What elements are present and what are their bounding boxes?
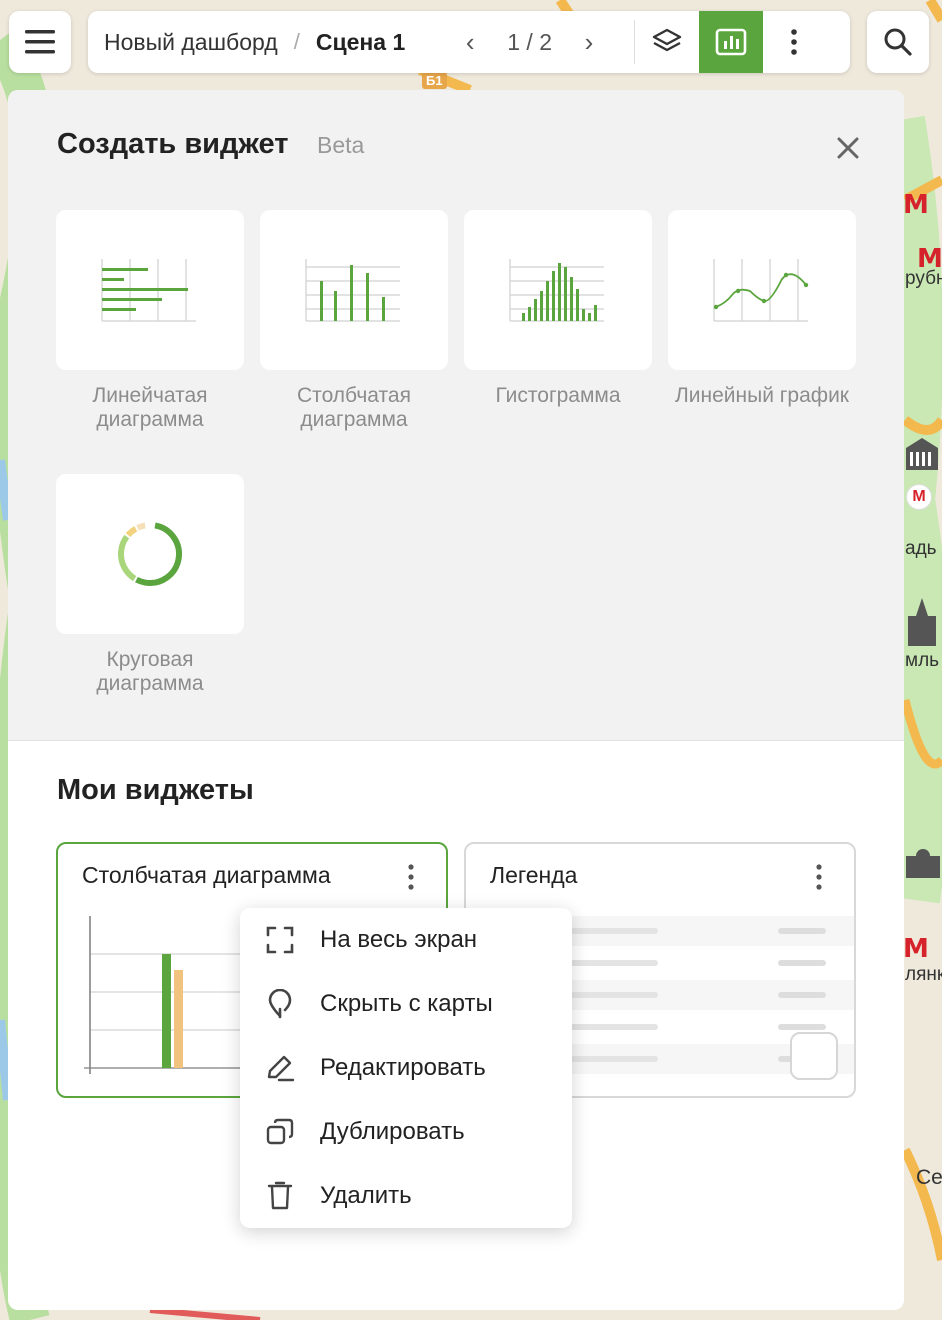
widget-type-column[interactable]: Столбчатая диаграмма bbox=[260, 210, 448, 432]
map-label: лянк bbox=[905, 964, 942, 985]
metro-icon: M bbox=[903, 190, 929, 220]
hamburger-icon bbox=[25, 30, 55, 54]
widget-type-label: Столбчатая диаграмма bbox=[297, 384, 411, 431]
duplicate-icon bbox=[266, 1118, 294, 1145]
menu-item-hide-on-map[interactable]: Скрыть с карты bbox=[240, 972, 572, 1036]
map-label: мль bbox=[905, 650, 940, 671]
map-label: Се bbox=[916, 1166, 942, 1189]
widget-type-pie[interactable]: Круговая диаграмма bbox=[56, 474, 244, 696]
menu-item-label: Скрыть с карты bbox=[320, 990, 493, 1017]
metro-icon: M bbox=[903, 934, 929, 964]
landmark-icon bbox=[908, 598, 936, 646]
menu-item-fullscreen[interactable]: На весь экран bbox=[240, 908, 572, 972]
widget-type-label: Линейный график bbox=[675, 384, 849, 407]
widget-type-card[interactable] bbox=[56, 474, 244, 634]
edit-icon bbox=[267, 1055, 295, 1082]
dashboard-toolbar: Новый дашборд / Сцена 1 ‹ 1 / 2 › bbox=[88, 11, 850, 73]
menu-item-edit[interactable]: Редактировать bbox=[240, 1036, 572, 1100]
menu-button[interactable] bbox=[9, 11, 71, 73]
more-vertical-icon bbox=[791, 29, 797, 55]
widget-type-card[interactable] bbox=[260, 210, 448, 370]
next-scene-button[interactable]: › bbox=[574, 27, 604, 58]
horizontal-bar-chart-icon bbox=[101, 259, 196, 322]
histogram-icon bbox=[509, 259, 604, 322]
create-widget-section: Создать виджет Beta Линейчатая диаграмма… bbox=[8, 90, 904, 741]
widget-type-line[interactable]: Линейный график bbox=[668, 210, 856, 408]
widget-card-title: Легенда bbox=[490, 862, 578, 888]
breadcrumb-separator: / bbox=[293, 29, 300, 54]
widget-type-label: Круговая диаграмма bbox=[96, 648, 204, 695]
menu-item-label: На весь экран bbox=[320, 926, 478, 953]
metro-icon: M bbox=[917, 244, 942, 274]
widget-context-menu: На весь экран Скрыть с карты Редактирова… bbox=[240, 908, 572, 1228]
scene-name[interactable]: Сцена 1 bbox=[316, 29, 405, 56]
dashboard-name-link[interactable]: Новый дашборд bbox=[104, 29, 278, 56]
widget-type-histogram[interactable]: Гистограмма bbox=[464, 210, 652, 408]
menu-item-delete[interactable]: Удалить bbox=[240, 1164, 572, 1228]
more-vertical-icon bbox=[816, 864, 822, 890]
menu-item-label: Дублировать bbox=[320, 1118, 465, 1145]
menu-item-label: Удалить bbox=[320, 1182, 412, 1209]
hide-on-map-icon bbox=[268, 989, 292, 1019]
widget-type-card[interactable] bbox=[464, 210, 652, 370]
close-button[interactable] bbox=[830, 130, 866, 166]
layers-button[interactable] bbox=[635, 11, 699, 73]
widget-type-label: Гистограмма bbox=[495, 384, 621, 407]
trash-icon bbox=[267, 1181, 293, 1210]
widget-options-button[interactable] bbox=[396, 862, 426, 892]
beta-badge: Beta bbox=[317, 132, 365, 158]
widget-type-card[interactable] bbox=[668, 210, 856, 370]
donut-chart-icon bbox=[118, 522, 182, 586]
page-indicator: 1 / 2 bbox=[507, 28, 552, 55]
search-button[interactable] bbox=[867, 11, 929, 73]
more-options-button[interactable] bbox=[763, 11, 825, 73]
road-number-label: Б1 bbox=[422, 72, 447, 89]
menu-item-duplicate[interactable]: Дублировать bbox=[240, 1100, 572, 1164]
column-chart-icon bbox=[305, 259, 400, 322]
map-label: адь bbox=[905, 538, 937, 559]
my-widgets-title: Мои виджеты bbox=[57, 774, 254, 806]
metro-icon: M bbox=[906, 484, 932, 510]
more-vertical-icon bbox=[408, 864, 414, 890]
landmark-icon bbox=[906, 849, 940, 878]
landmark-icon bbox=[906, 438, 938, 470]
menu-item-label: Редактировать bbox=[320, 1054, 486, 1081]
close-icon bbox=[837, 137, 859, 159]
widget-card-title: Столбчатая диаграмма bbox=[82, 862, 331, 888]
create-widget-title: Создать виджет bbox=[57, 128, 289, 160]
widgets-button[interactable] bbox=[699, 11, 763, 73]
chart-widget-icon bbox=[715, 28, 747, 56]
prev-scene-button[interactable]: ‹ bbox=[455, 27, 485, 58]
line-chart-icon bbox=[713, 259, 809, 322]
widget-type-card[interactable] bbox=[56, 210, 244, 370]
layers-icon bbox=[652, 28, 682, 52]
scene-pager: ‹ 1 / 2 › bbox=[455, 27, 604, 58]
widget-type-horizontal-bar[interactable]: Линейчатая диаграмма bbox=[56, 210, 244, 432]
fullscreen-icon bbox=[266, 926, 294, 954]
search-icon bbox=[884, 28, 912, 56]
widget-options-button[interactable] bbox=[804, 862, 834, 892]
legend-toggle[interactable] bbox=[790, 1032, 838, 1080]
widget-type-label: Линейчатая диаграмма bbox=[92, 384, 208, 431]
